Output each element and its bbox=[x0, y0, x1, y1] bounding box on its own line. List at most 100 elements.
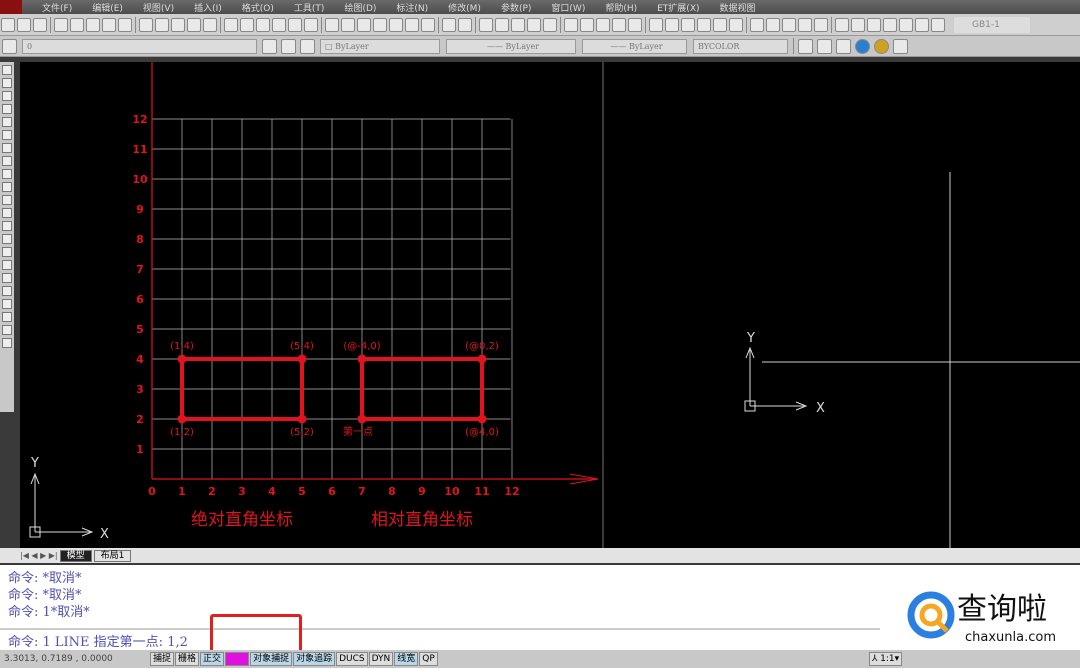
toolbar-icon[interactable] bbox=[341, 17, 355, 32]
toolbar-icon[interactable] bbox=[139, 17, 153, 32]
draw-tool-icon[interactable] bbox=[2, 286, 12, 296]
toolbar-icon[interactable] bbox=[33, 17, 47, 32]
layer-manager-icon[interactable] bbox=[2, 38, 17, 54]
dimstyle-select[interactable]: GB1-1 bbox=[954, 16, 1030, 33]
toolbar-icon[interactable] bbox=[851, 17, 865, 32]
draw-tool-icon[interactable] bbox=[2, 325, 12, 335]
menu-item[interactable]: 文件(F) bbox=[42, 1, 72, 14]
toolbar-icon[interactable] bbox=[543, 17, 557, 32]
toolbar-icon[interactable] bbox=[171, 17, 185, 32]
toolbar-icon[interactable] bbox=[224, 17, 238, 32]
manage-styles-icon[interactable] bbox=[893, 38, 908, 54]
toolbar-icon[interactable] bbox=[883, 17, 897, 32]
qp-button[interactable]: QP bbox=[419, 652, 438, 666]
wireframe-icon[interactable] bbox=[817, 38, 832, 54]
draw-tool-icon[interactable] bbox=[2, 299, 12, 309]
app-logo[interactable] bbox=[0, 0, 22, 14]
draw-tool-icon[interactable] bbox=[2, 195, 12, 205]
visual-style-icon[interactable] bbox=[798, 38, 813, 54]
toolbar-icon[interactable] bbox=[70, 17, 84, 32]
make-current-icon[interactable] bbox=[262, 38, 277, 54]
toolbar-icon[interactable] bbox=[814, 17, 828, 32]
menu-item[interactable]: 绘图(D) bbox=[344, 1, 376, 14]
toolbar-icon[interactable] bbox=[495, 17, 509, 32]
toolbar-icon[interactable] bbox=[442, 17, 456, 32]
toolbar-icon[interactable] bbox=[203, 17, 217, 32]
toolbar-icon[interactable] bbox=[729, 17, 743, 32]
draw-tool-icon[interactable] bbox=[2, 312, 12, 322]
draw-tool-icon[interactable] bbox=[2, 143, 12, 153]
toolbar-icon[interactable] bbox=[86, 17, 100, 32]
toolbar-icon[interactable] bbox=[272, 17, 286, 32]
tab-nav-arrows[interactable]: |◀ ◀ ▶ ▶| bbox=[20, 551, 58, 560]
drawing-viewport-left[interactable]: 0 1 2 3 4 5 6 7 8 9 10 11 12 1 2 3 4 5 6 7 8 9 10 11 12 (1,4) (5,4… bbox=[20, 62, 602, 548]
draw-tool-icon[interactable] bbox=[2, 117, 12, 127]
draw-tool-icon[interactable] bbox=[2, 169, 12, 179]
toolbar-icon[interactable] bbox=[867, 17, 881, 32]
menu-item[interactable]: 工具(T) bbox=[294, 1, 325, 14]
menu-item[interactable]: 视图(V) bbox=[143, 1, 174, 14]
toolbar-icon[interactable] bbox=[1, 17, 15, 32]
annotation-scale[interactable]: ⅄ 1:1▾ bbox=[868, 652, 903, 666]
toolbar-icon[interactable] bbox=[782, 17, 796, 32]
toolbar-icon[interactable] bbox=[118, 17, 132, 32]
toolbar-icon[interactable] bbox=[596, 17, 610, 32]
toolbar-icon[interactable] bbox=[931, 17, 945, 32]
layer-previous-icon[interactable] bbox=[281, 38, 296, 54]
toolbar-icon[interactable] bbox=[915, 17, 929, 32]
toolbar-icon[interactable] bbox=[665, 17, 679, 32]
toolbar-icon[interactable] bbox=[102, 17, 116, 32]
toolbar-icon[interactable] bbox=[17, 17, 31, 32]
toolbar-icon[interactable] bbox=[405, 17, 419, 32]
menu-item[interactable]: 数据视图 bbox=[720, 1, 756, 14]
draw-tool-icon[interactable] bbox=[2, 234, 12, 244]
osnap-button[interactable]: 对象捕捉 bbox=[250, 652, 293, 666]
toolbar-icon[interactable] bbox=[697, 17, 711, 32]
draw-tool-icon[interactable] bbox=[2, 260, 12, 270]
toolbar-icon[interactable] bbox=[54, 17, 68, 32]
layer-select[interactable]: 0 bbox=[22, 38, 257, 54]
toolbar-icon[interactable] bbox=[325, 17, 339, 32]
draw-tool-icon[interactable] bbox=[2, 247, 12, 257]
toolbar-icon[interactable] bbox=[649, 17, 663, 32]
menu-item[interactable]: 窗口(W) bbox=[551, 1, 585, 14]
hidden-icon[interactable] bbox=[836, 38, 851, 54]
toolbar-icon[interactable] bbox=[628, 17, 642, 32]
toolbar-icon[interactable] bbox=[479, 17, 493, 32]
menu-item[interactable]: ET扩展(X) bbox=[657, 1, 699, 14]
layer-states-icon[interactable] bbox=[300, 38, 315, 54]
draw-tool-icon[interactable] bbox=[2, 104, 12, 114]
toolbar-icon[interactable] bbox=[288, 17, 302, 32]
otrack-button[interactable]: 对象追踪 bbox=[293, 652, 336, 666]
toolbar-icon[interactable] bbox=[458, 17, 472, 32]
toolbar-icon[interactable] bbox=[564, 17, 578, 32]
menu-item[interactable]: 插入(I) bbox=[194, 1, 222, 14]
toolbar-icon[interactable] bbox=[256, 17, 270, 32]
grid-button[interactable]: 栅格 bbox=[175, 652, 200, 666]
draw-tool-icon[interactable] bbox=[2, 91, 12, 101]
toolbar-icon[interactable] bbox=[750, 17, 764, 32]
menu-item[interactable]: 标注(N) bbox=[396, 1, 428, 14]
toolbar-icon[interactable] bbox=[766, 17, 780, 32]
drawing-viewport-right[interactable]: Y X bbox=[604, 62, 1080, 548]
toolbar-icon[interactable] bbox=[527, 17, 541, 32]
draw-tool-icon[interactable] bbox=[2, 130, 12, 140]
toolbar-icon[interactable] bbox=[681, 17, 695, 32]
toolbar-icon[interactable] bbox=[373, 17, 387, 32]
toolbar-icon[interactable] bbox=[835, 17, 849, 32]
tab-model[interactable]: 模型 bbox=[59, 549, 92, 562]
draw-tool-icon[interactable] bbox=[2, 221, 12, 231]
draw-tool-icon[interactable] bbox=[2, 78, 12, 88]
menu-item[interactable]: 参数(P) bbox=[501, 1, 531, 14]
lineweight-select[interactable]: —— ByLayer bbox=[582, 38, 687, 54]
snap-button[interactable]: 捕捉 bbox=[150, 652, 175, 666]
command-input[interactable]: 命令: 1 LINE 指定第一点: 1,2 bbox=[8, 631, 188, 650]
toolbar-icon[interactable] bbox=[389, 17, 403, 32]
toolbar-icon[interactable] bbox=[187, 17, 201, 32]
lineweight-button[interactable]: 线宽 bbox=[394, 652, 419, 666]
toolbar-icon[interactable] bbox=[612, 17, 626, 32]
conceptual-icon[interactable] bbox=[874, 38, 889, 54]
menu-item[interactable]: 编辑(E) bbox=[92, 1, 123, 14]
toolbar-icon[interactable] bbox=[421, 17, 435, 32]
toolbar-icon[interactable] bbox=[899, 17, 913, 32]
